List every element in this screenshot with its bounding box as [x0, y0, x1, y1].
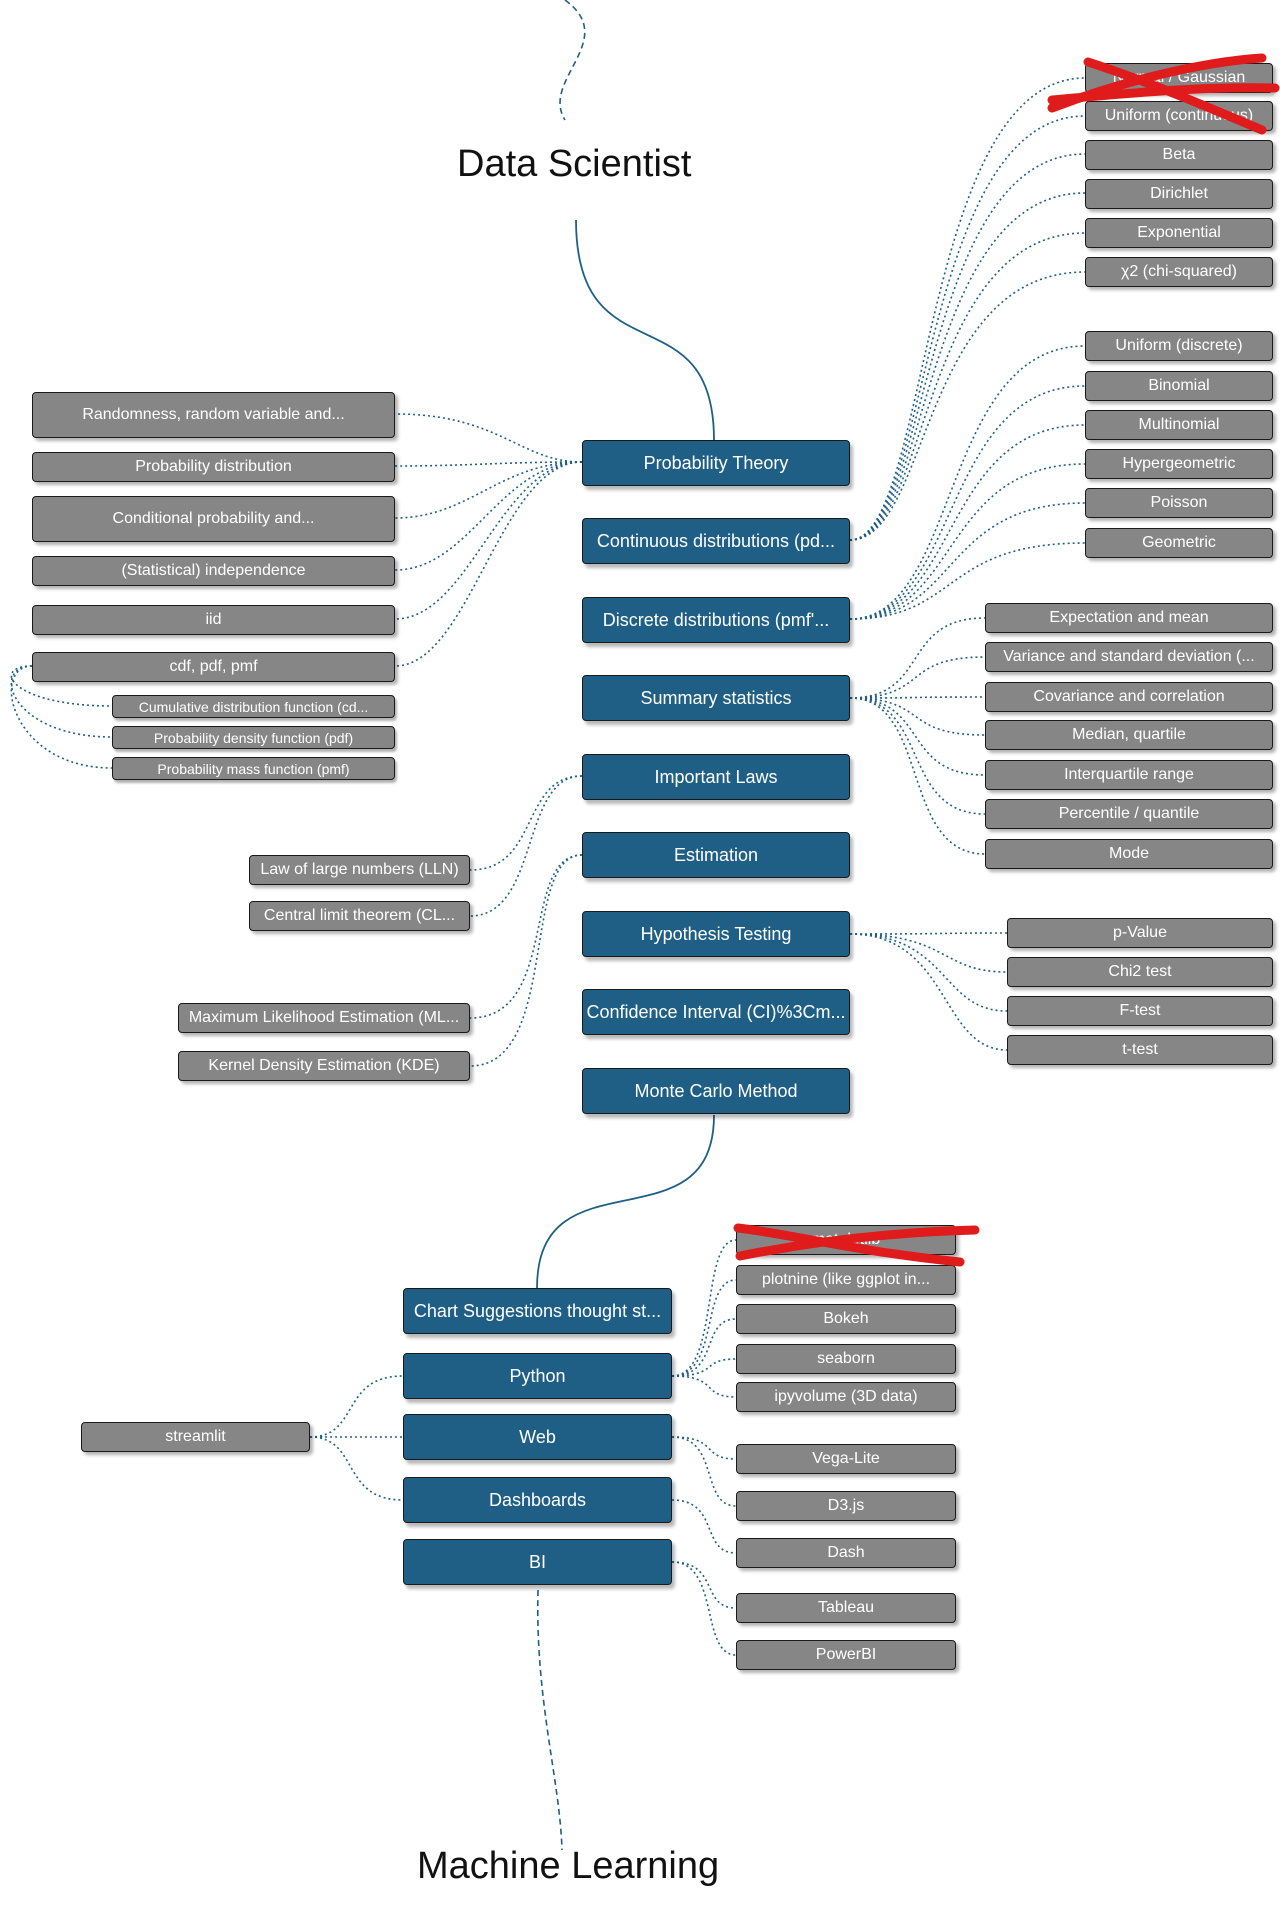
cdf-child-density[interactable]: Probability density function (pdf): [112, 726, 395, 749]
summary-item-covariance[interactable]: Covariance and correlation: [985, 682, 1273, 712]
discrete-item-poisson[interactable]: Poisson: [1085, 488, 1273, 518]
probability-item-iid[interactable]: iid: [32, 605, 395, 635]
cdf-child-mass[interactable]: Probability mass function (pmf): [112, 757, 395, 780]
dashboards-item-dash[interactable]: Dash: [736, 1538, 956, 1568]
connector-heading-to-probability: [575, 219, 715, 441]
discrete-item-binomial[interactable]: Binomial: [1085, 371, 1273, 401]
python-item-bokeh[interactable]: Bokeh: [736, 1304, 956, 1334]
summary-item-expectation[interactable]: Expectation and mean: [985, 603, 1273, 633]
estimation-item-mle[interactable]: Maximum Likelihood Estimation (ML...: [178, 1003, 470, 1033]
mind-map-canvas: Data Scientist Machine Learning Probabil…: [0, 0, 1280, 1920]
bi-item-tableau[interactable]: Tableau: [736, 1593, 956, 1623]
summary-item-mode[interactable]: Mode: [985, 839, 1273, 869]
cdf-child-cumulative[interactable]: Cumulative distribution function (cd...: [112, 695, 395, 718]
python-item-ipyvolume[interactable]: ipyvolume (3D data): [736, 1382, 956, 1412]
branch-continuous-distributions[interactable]: Continuous distributions (pd...: [582, 518, 850, 564]
viz-branch-dashboards[interactable]: Dashboards: [403, 1477, 672, 1523]
probability-item-cdf-pdf-pmf[interactable]: cdf, pdf, pmf: [32, 652, 395, 682]
web-item-vega-lite[interactable]: Vega-Lite: [736, 1444, 956, 1474]
branch-hypothesis-testing[interactable]: Hypothesis Testing: [582, 911, 850, 957]
law-item-lln[interactable]: Law of large numbers (LLN): [249, 855, 470, 885]
probability-item-distribution[interactable]: Probability distribution: [32, 452, 395, 482]
branch-monte-carlo-method[interactable]: Monte Carlo Method: [582, 1068, 850, 1114]
web-item-d3js[interactable]: D3.js: [736, 1491, 956, 1521]
viz-branch-bi[interactable]: BI: [403, 1539, 672, 1585]
discrete-item-hypergeometric[interactable]: Hypergeometric: [1085, 449, 1273, 479]
continuous-item-normal-gaussian[interactable]: Normal / Gaussian: [1085, 63, 1273, 93]
branch-confidence-interval[interactable]: Confidence Interval (CI)%3Cm...: [582, 989, 850, 1035]
viz-item-streamlit[interactable]: streamlit: [81, 1422, 310, 1452]
heading-data-scientist: Data Scientist: [457, 143, 692, 185]
summary-item-median[interactable]: Median, quartile: [985, 720, 1273, 750]
viz-branch-chart-suggestions[interactable]: Chart Suggestions thought st...: [403, 1288, 672, 1334]
connector-monte-carlo-to-viz: [536, 1114, 715, 1289]
probability-item-randomness[interactable]: Randomness, random variable and...: [32, 392, 395, 438]
estimation-item-kde[interactable]: Kernel Density Estimation (KDE): [178, 1051, 470, 1081]
continuous-item-chi-squared[interactable]: χ2 (chi-squared): [1085, 257, 1273, 287]
summary-item-percentile[interactable]: Percentile / quantile: [985, 799, 1273, 829]
viz-branch-web[interactable]: Web: [403, 1414, 672, 1460]
python-item-seaborn[interactable]: seaborn: [736, 1344, 956, 1374]
connector-top-in: [559, 0, 586, 121]
connector-bottom-out: [536, 1589, 563, 1851]
probability-item-conditional[interactable]: Conditional probability and...: [32, 496, 395, 542]
python-item-plotnine[interactable]: plotnine (like ggplot in...: [736, 1265, 956, 1295]
branch-discrete-distributions[interactable]: Discrete distributions (pmf'...: [582, 597, 850, 643]
hypothesis-item-p-value[interactable]: p-Value: [1007, 918, 1273, 948]
branch-important-laws[interactable]: Important Laws: [582, 754, 850, 800]
summary-item-variance[interactable]: Variance and standard deviation (...: [985, 642, 1273, 672]
continuous-item-uniform-continuous[interactable]: Uniform (continuous): [1085, 101, 1273, 131]
discrete-item-uniform[interactable]: Uniform (discrete): [1085, 331, 1273, 361]
branch-probability-theory[interactable]: Probability Theory: [582, 440, 850, 486]
python-item-matplotlib[interactable]: matplotlib: [736, 1225, 956, 1255]
bi-item-powerbi[interactable]: PowerBI: [736, 1640, 956, 1670]
discrete-item-multinomial[interactable]: Multinomial: [1085, 410, 1273, 440]
hypothesis-item-f-test[interactable]: F-test: [1007, 996, 1273, 1026]
branch-estimation[interactable]: Estimation: [582, 832, 850, 878]
continuous-item-exponential[interactable]: Exponential: [1085, 218, 1273, 248]
summary-item-iqr[interactable]: Interquartile range: [985, 760, 1273, 790]
discrete-item-geometric[interactable]: Geometric: [1085, 528, 1273, 558]
branch-summary-statistics[interactable]: Summary statistics: [582, 675, 850, 721]
heading-machine-learning: Machine Learning: [417, 1845, 720, 1887]
viz-branch-python[interactable]: Python: [403, 1353, 672, 1399]
hypothesis-item-t-test[interactable]: t-test: [1007, 1035, 1273, 1065]
continuous-item-dirichlet[interactable]: Dirichlet: [1085, 179, 1273, 209]
probability-item-independence[interactable]: (Statistical) independence: [32, 556, 395, 586]
hypothesis-item-chi2[interactable]: Chi2 test: [1007, 957, 1273, 987]
continuous-item-beta[interactable]: Beta: [1085, 140, 1273, 170]
law-item-clt[interactable]: Central limit theorem (CL...: [249, 901, 470, 931]
